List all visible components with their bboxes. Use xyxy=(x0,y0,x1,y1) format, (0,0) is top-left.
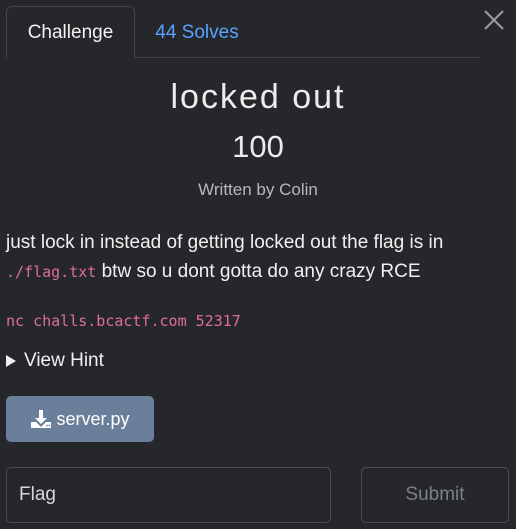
description-text-2: btw so u dont gotta do any crazy RCE xyxy=(101,261,421,282)
submit-button[interactable]: Submit xyxy=(361,467,509,523)
challenge-author: Written by Colin xyxy=(198,180,318,199)
download-file-button[interactable]: server.py xyxy=(6,396,154,442)
description-text: just lock in instead of getting locked o… xyxy=(6,232,444,253)
tab-solves[interactable]: 44 Solves xyxy=(135,6,259,59)
tab-bar: Challenge 44 Solves xyxy=(6,6,480,59)
connection-command: nc challs.bcactf.com 52317 xyxy=(6,312,241,330)
challenge-modal: Challenge 44 Solves locked out 100 Writt… xyxy=(0,0,516,529)
flag-input[interactable] xyxy=(6,467,331,523)
view-hint-toggle[interactable]: View Hint xyxy=(6,348,104,374)
tab-challenge-label: Challenge xyxy=(27,21,114,43)
view-hint-label: View Hint xyxy=(24,350,104,371)
tab-solves-label: 44 Solves xyxy=(155,21,239,43)
flag-path-code: ./flag.txt xyxy=(6,263,97,281)
download-icon xyxy=(31,410,52,428)
triangle-right-icon xyxy=(6,355,16,367)
challenge-description: just lock in instead of getting locked o… xyxy=(6,228,506,287)
challenge-title: locked out xyxy=(170,78,346,116)
challenge-points: 100 xyxy=(232,129,284,164)
download-file-label: server.py xyxy=(56,408,130,429)
tab-challenge[interactable]: Challenge xyxy=(6,6,135,59)
close-icon[interactable] xyxy=(482,8,506,32)
